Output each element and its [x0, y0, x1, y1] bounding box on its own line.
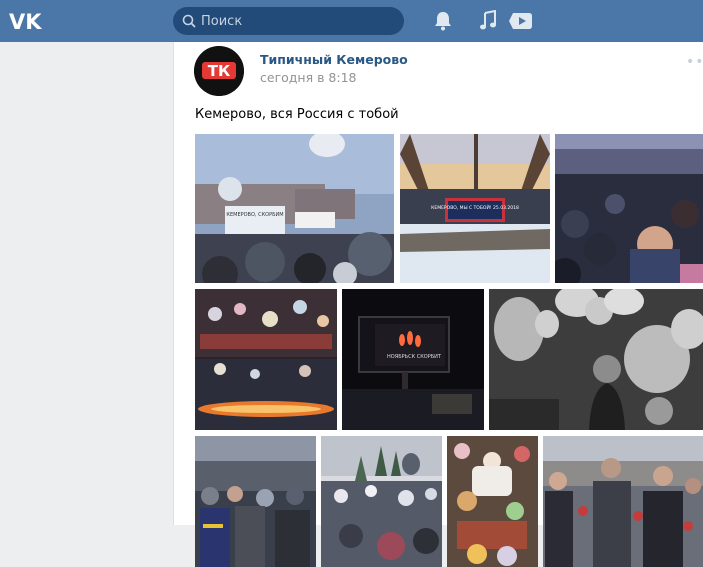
post-photo-3[interactable]: [555, 134, 703, 283]
vk-logo-icon[interactable]: VK: [8, 9, 44, 33]
post-photo-4[interactable]: [195, 289, 337, 430]
wall-post: ТК Типичный Кемерово сегодня в 8:18 ••• …: [173, 42, 703, 567]
search-icon: [182, 14, 196, 28]
post-photo-1[interactable]: КЕМЕРОВО, СКОРБИМ: [195, 134, 394, 283]
video-icon[interactable]: [509, 10, 533, 32]
post-photo-9[interactable]: [447, 436, 538, 567]
logo-text: VK: [9, 10, 42, 33]
post-photo-7[interactable]: [195, 436, 316, 567]
search-box[interactable]: [173, 7, 404, 35]
post-photo-8[interactable]: [321, 436, 442, 567]
post-photo-10[interactable]: [543, 436, 703, 567]
search-input[interactable]: [201, 7, 396, 35]
photo-5-caption: НОЯБРЬСК СКОРБИТ: [387, 354, 442, 360]
photo-2-caption: КЕМЕРОВО, МЫ С ТОБОЙ! 25.03.2018: [431, 204, 519, 211]
post-time[interactable]: сегодня в 8:18: [260, 70, 357, 85]
bell-icon[interactable]: [433, 10, 453, 32]
post-author[interactable]: Типичный Кемерово: [260, 52, 408, 67]
avatar-text: ТК: [208, 62, 231, 80]
more-dots-icon[interactable]: •••: [686, 54, 703, 70]
avatar-image: ТК: [194, 46, 244, 96]
avatar[interactable]: ТК: [194, 46, 244, 96]
post-photo-5[interactable]: НОЯБРЬСК СКОРБИТ: [342, 289, 484, 430]
post-photo-2[interactable]: КЕМЕРОВО, МЫ С ТОБОЙ! 25.03.2018: [400, 134, 550, 283]
music-icon[interactable]: [479, 10, 497, 32]
post-text: Кемерово, вся Россия с тобой: [195, 107, 399, 122]
post-photo-6[interactable]: [489, 289, 703, 430]
photo-1-caption: КЕМЕРОВО, СКОРБИМ: [226, 212, 283, 218]
left-sidebar: [0, 42, 173, 525]
top-bar: VK: [0, 0, 703, 42]
